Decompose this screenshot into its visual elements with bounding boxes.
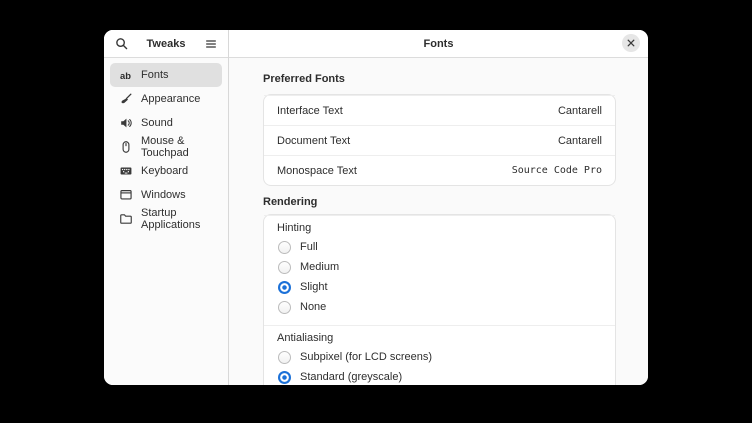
radio-group-label: Antialiasing bbox=[277, 332, 602, 345]
font-setting-row[interactable]: Document Text Cantarell bbox=[264, 125, 615, 155]
main-header: Fonts bbox=[229, 30, 648, 58]
radio-option-row[interactable]: Subpixel (for LCD screens) bbox=[277, 347, 602, 367]
radio-button[interactable] bbox=[278, 261, 291, 274]
rendering-heading: Rendering bbox=[263, 196, 616, 209]
radio-button[interactable] bbox=[278, 301, 291, 314]
radio-option-row[interactable]: Full bbox=[277, 237, 602, 257]
font-setting-row[interactable]: Monospace Text Source Code Pro bbox=[264, 155, 615, 185]
radio-option-row[interactable]: Medium bbox=[277, 257, 602, 277]
sidebar-item-label: Windows bbox=[141, 189, 186, 201]
font-row-label: Monospace Text bbox=[277, 165, 357, 177]
sidebar-header: Tweaks bbox=[104, 30, 228, 58]
font-setting-row[interactable]: Interface Text Cantarell bbox=[264, 95, 615, 125]
close-icon bbox=[627, 39, 635, 47]
radio-option-label: Medium bbox=[300, 261, 339, 273]
fonts-content: Preferred Fonts Interface Text Cantarell… bbox=[229, 58, 648, 385]
radio-option-label: Full bbox=[300, 241, 318, 253]
radio-option-row[interactable]: Standard (greyscale) bbox=[277, 367, 602, 385]
radio-option-label: Slight bbox=[300, 281, 328, 293]
font-row-value: Cantarell bbox=[558, 135, 602, 147]
sidebar-item[interactable]: ab Fonts bbox=[110, 63, 222, 87]
sidebar-list: ab Fonts Appearance Sound Mouse & Touchp… bbox=[104, 58, 228, 236]
radio-option-row[interactable]: None bbox=[277, 297, 602, 317]
windows-icon bbox=[118, 188, 133, 203]
keyboard-icon bbox=[118, 164, 133, 179]
appearance-icon bbox=[118, 92, 133, 107]
radio-option-label: Subpixel (for LCD screens) bbox=[300, 351, 432, 363]
svg-text:ab: ab bbox=[120, 70, 131, 80]
rendering-card: Hinting Full Medium bbox=[263, 214, 616, 385]
radio-group: Hinting Full Medium bbox=[264, 215, 615, 325]
page-title: Fonts bbox=[424, 38, 454, 50]
preferred-fonts-heading: Preferred Fonts bbox=[263, 73, 616, 86]
sidebar: Tweaks ab Fonts Appearance Sound bbox=[104, 30, 229, 385]
sidebar-item[interactable]: Keyboard bbox=[110, 159, 222, 183]
font-row-label: Interface Text bbox=[277, 105, 343, 117]
radio-button[interactable] bbox=[278, 371, 291, 384]
close-button[interactable] bbox=[622, 34, 640, 52]
sidebar-item-label: Mouse & Touchpad bbox=[141, 135, 214, 159]
radio-button[interactable] bbox=[278, 241, 291, 254]
main-panel: Fonts Preferred Fonts Interface Text Can… bbox=[229, 30, 648, 385]
app-title: Tweaks bbox=[147, 38, 186, 50]
search-icon[interactable] bbox=[113, 36, 129, 52]
sidebar-item-label: Appearance bbox=[141, 93, 200, 105]
sound-icon bbox=[118, 116, 133, 131]
font-row-value: Source Code Pro bbox=[512, 165, 602, 176]
mouse-icon bbox=[118, 140, 133, 155]
preferred-fonts-card: Interface Text Cantarell Document Text C… bbox=[263, 94, 616, 186]
sidebar-item[interactable]: Mouse & Touchpad bbox=[110, 135, 222, 159]
radio-group: Antialiasing Subpixel (for LCD screens) bbox=[264, 325, 615, 385]
font-row-label: Document Text bbox=[277, 135, 350, 147]
radio-option-label: Standard (greyscale) bbox=[300, 371, 402, 383]
sidebar-item-label: Sound bbox=[141, 117, 173, 129]
radio-option-label: None bbox=[300, 301, 326, 313]
radio-button[interactable] bbox=[278, 351, 291, 364]
sidebar-item-label: Startup Applications bbox=[141, 207, 214, 231]
sidebar-item[interactable]: Windows bbox=[110, 183, 222, 207]
folder-icon bbox=[118, 212, 133, 227]
menu-icon[interactable] bbox=[203, 36, 219, 52]
sidebar-item[interactable]: Sound bbox=[110, 111, 222, 135]
radio-button[interactable] bbox=[278, 281, 291, 294]
tweaks-window: Tweaks ab Fonts Appearance Sound bbox=[104, 30, 648, 385]
sidebar-item[interactable]: Startup Applications bbox=[110, 207, 222, 231]
sidebar-item-label: Fonts bbox=[141, 69, 169, 81]
radio-group-label: Hinting bbox=[277, 222, 602, 235]
sidebar-item[interactable]: Appearance bbox=[110, 87, 222, 111]
sidebar-item-label: Keyboard bbox=[141, 165, 188, 177]
font-row-value: Cantarell bbox=[558, 105, 602, 117]
fonts-icon: ab bbox=[118, 68, 133, 83]
radio-option-row[interactable]: Slight bbox=[277, 277, 602, 297]
